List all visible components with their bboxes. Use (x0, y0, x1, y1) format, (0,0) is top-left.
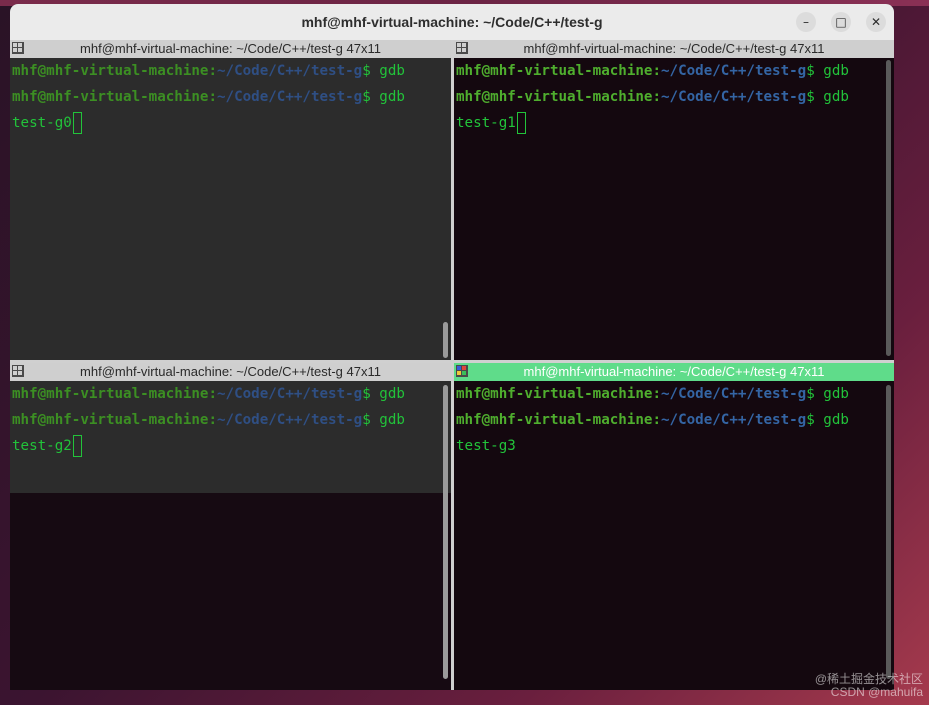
terminal-pane-bottom-right[interactable]: mhf@mhf-virtual-machine: ~/Code/C++/test… (454, 363, 894, 690)
pane-header[interactable]: mhf@mhf-virtual-machine: ~/Code/C++/test… (10, 363, 451, 381)
pane-grid-icon[interactable] (12, 365, 24, 377)
maximize-icon[interactable]: □ (831, 12, 851, 32)
pane-header-title: mhf@mhf-virtual-machine: ~/Code/C++/test… (80, 364, 381, 379)
terminal-output[interactable]: mhf@mhf-virtual-machine:~/Code/C++/test-… (10, 381, 451, 690)
prompt-line: mhf@mhf-virtual-machine:~/Code/C++/test-… (456, 63, 849, 79)
output-line: test-g0 (10, 110, 451, 136)
scrollbar-thumb[interactable] (443, 385, 448, 679)
pane-header-title: mhf@mhf-virtual-machine: ~/Code/C++/test… (80, 41, 381, 56)
terminal-pane-bottom-left[interactable]: mhf@mhf-virtual-machine: ~/Code/C++/test… (10, 363, 451, 690)
scrollbar-thumb[interactable] (886, 385, 891, 679)
prompt-line: mhf@mhf-virtual-machine:~/Code/C++/test-… (456, 386, 849, 402)
terminal-output[interactable]: mhf@mhf-virtual-machine:~/Code/C++/test-… (454, 381, 894, 690)
watermark-line-2: CSDN @mahuifa (830, 685, 923, 699)
output-line: test-g2 (10, 433, 451, 459)
minimize-icon[interactable]: – (796, 12, 816, 32)
terminal-pane-top-right[interactable]: mhf@mhf-virtual-machine: ~/Code/C++/test… (454, 40, 894, 360)
pane-header[interactable]: mhf@mhf-virtual-machine: ~/Code/C++/test… (454, 40, 894, 58)
pane-header[interactable]: mhf@mhf-virtual-machine: ~/Code/C++/test… (10, 40, 451, 58)
prompt-line: mhf@mhf-virtual-machine:~/Code/C++/test-… (12, 89, 405, 105)
window-title: mhf@mhf-virtual-machine: ~/Code/C++/test… (301, 14, 603, 30)
watermark: @稀土掘金技术社区 CSDN @mahuifa (815, 673, 923, 699)
close-icon[interactable]: ✕ (866, 12, 886, 32)
prompt-line: mhf@mhf-virtual-machine:~/Code/C++/test-… (12, 63, 405, 79)
pane-header-title: mhf@mhf-virtual-machine: ~/Code/C++/test… (523, 364, 825, 379)
terminator-window: mhf@mhf-virtual-machine: ~/Code/C++/test… (10, 4, 894, 690)
text-cursor (516, 112, 526, 134)
pane-grid-icon[interactable] (456, 365, 468, 377)
pane-grid-icon[interactable] (456, 42, 468, 54)
pane-grid-icon[interactable] (12, 42, 24, 54)
scrollbar-thumb[interactable] (886, 60, 891, 356)
prompt-line: mhf@mhf-virtual-machine:~/Code/C++/test-… (12, 412, 405, 428)
output-line: test-g1 (454, 110, 894, 136)
prompt-line: mhf@mhf-virtual-machine:~/Code/C++/test-… (12, 386, 405, 402)
window-titlebar[interactable]: mhf@mhf-virtual-machine: ~/Code/C++/test… (10, 4, 894, 41)
terminal-output[interactable]: mhf@mhf-virtual-machine:~/Code/C++/test-… (454, 58, 894, 360)
prompt-line: mhf@mhf-virtual-machine:~/Code/C++/test-… (456, 412, 849, 428)
pane-header[interactable]: mhf@mhf-virtual-machine: ~/Code/C++/test… (454, 363, 894, 381)
terminal-pane-top-left[interactable]: mhf@mhf-virtual-machine: ~/Code/C++/test… (10, 40, 451, 360)
text-cursor (72, 112, 82, 134)
scrollbar-thumb[interactable] (443, 322, 448, 358)
pane-header-title: mhf@mhf-virtual-machine: ~/Code/C++/test… (523, 41, 825, 56)
terminal-output[interactable]: mhf@mhf-virtual-machine:~/Code/C++/test-… (10, 58, 451, 360)
prompt-line: mhf@mhf-virtual-machine:~/Code/C++/test-… (456, 89, 849, 105)
text-cursor (72, 435, 82, 457)
output-line: test-g3 (456, 438, 516, 454)
